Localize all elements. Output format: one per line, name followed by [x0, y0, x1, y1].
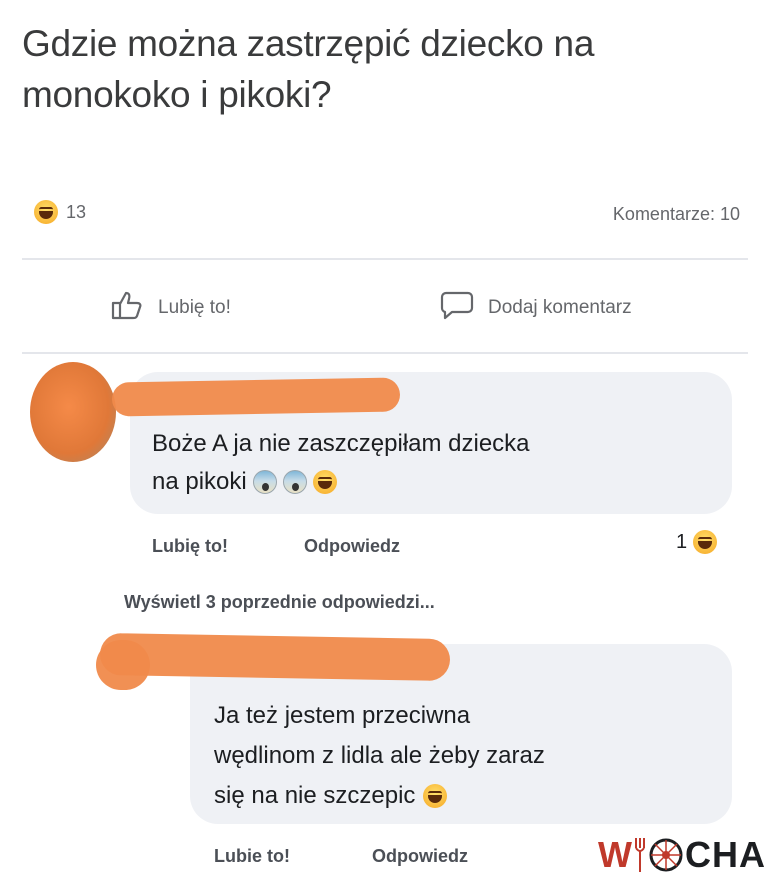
reaction-summary[interactable]: 13: [34, 200, 86, 224]
like-label: Lubię to!: [158, 297, 231, 318]
redacted-author-name: [111, 377, 401, 417]
wiocha-logo: W CHA: [598, 830, 766, 880]
comment-reaction-count[interactable]: 1: [676, 530, 718, 554]
laughing-emoji-icon: [423, 784, 448, 808]
post-actions: Lubię to! Dodaj komentarz: [22, 280, 762, 340]
comment-reply-link[interactable]: Odpowiedz: [304, 536, 400, 557]
logo-letters-cha: CHA: [684, 834, 766, 875]
post-text: Gdzie można zastrzępić dziecko na monoko…: [22, 23, 595, 115]
comment-text-line-with-emoji: się na nie szczepic: [214, 778, 448, 814]
reaction-count: 13: [66, 201, 87, 222]
speech-bubble-icon: [440, 290, 474, 326]
comment-text-line: Ja też jestem przeciwna: [214, 702, 471, 729]
comment-text-line-with-emoji: na pikoki: [152, 464, 337, 500]
comment-reply-link[interactable]: Odpowiedz: [372, 846, 468, 867]
laughing-emoji-icon: [693, 530, 718, 554]
comment-button[interactable]: Dodaj komentarz: [440, 290, 632, 326]
comment-text-line: Boże A ja nie zaszczępiłam dziecka: [152, 430, 530, 457]
thumbs-up-icon: [110, 290, 144, 326]
commenter-avatar[interactable]: [30, 362, 116, 462]
view-previous-replies-link[interactable]: Wyświetl 3 poprzednie odpowiedzi...: [124, 592, 435, 613]
like-button[interactable]: Lubię to!: [110, 290, 231, 326]
post-stats: 13 Komentarze: 10: [22, 196, 762, 232]
comment-text: się na nie szczepic: [214, 782, 416, 809]
comment-like-link[interactable]: Lubie to!: [214, 846, 290, 867]
comment-count-link[interactable]: Komentarze: 10: [613, 204, 740, 225]
logo-letter-w: W: [598, 834, 633, 875]
divider: [22, 258, 748, 260]
comment-label: Dodaj komentarz: [488, 297, 632, 318]
wheel-icon: [649, 838, 683, 872]
comment-reaction-number: 1: [676, 530, 688, 553]
redacted-author-name: [99, 632, 451, 682]
comment-like-link[interactable]: Lubię to!: [152, 536, 228, 557]
divider: [22, 352, 748, 354]
fearful-emoji-icon: [252, 470, 277, 494]
laughing-emoji-icon: [312, 470, 337, 494]
laughing-emoji-icon: [34, 200, 58, 224]
fork-icon: [634, 838, 645, 872]
comment-text-line: wędlinom z lidla ale żeby zaraz: [214, 742, 545, 769]
comment-text: na pikoki: [152, 468, 247, 495]
fearful-emoji-icon: [282, 470, 307, 494]
